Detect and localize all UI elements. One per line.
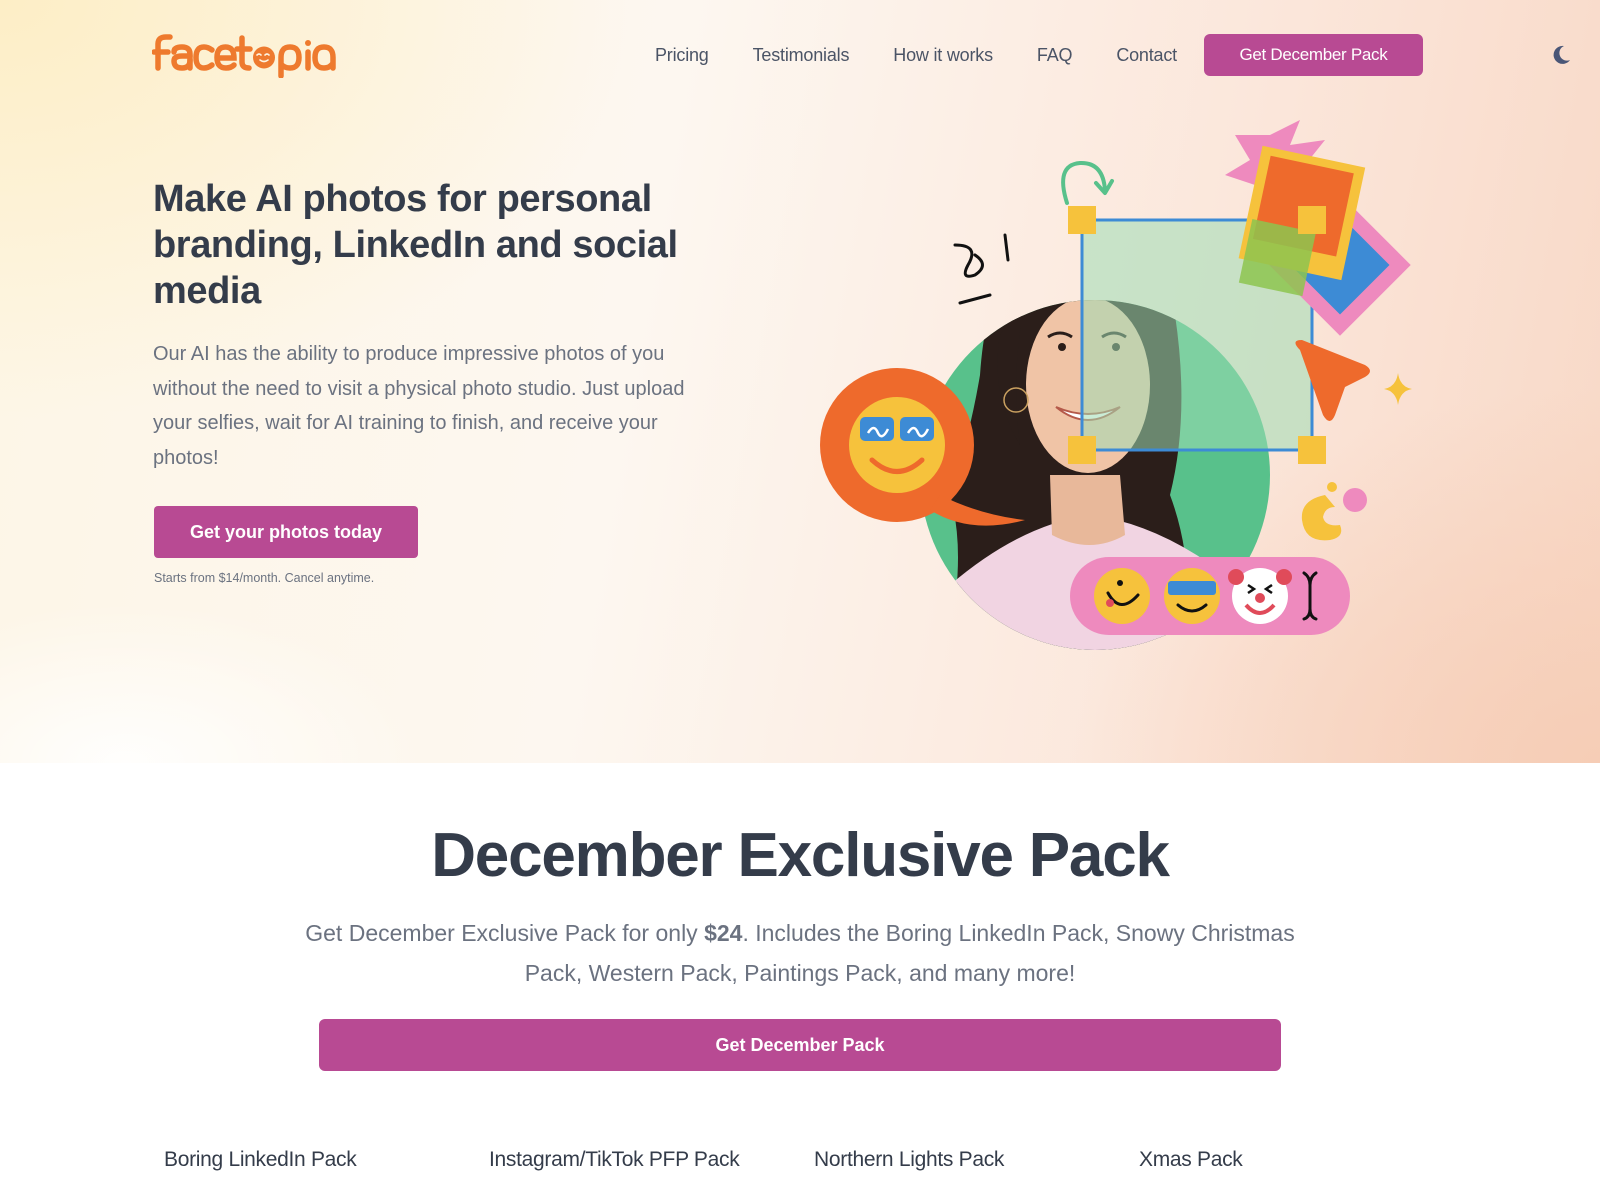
decorative-blobs [1301, 482, 1367, 541]
pack-title-northern-lights[interactable]: Northern Lights Pack [814, 1148, 1004, 1172]
hero-title: Make AI photos for personal branding, Li… [153, 178, 678, 312]
get-december-pack-button[interactable]: Get December Pack [319, 1019, 1281, 1071]
nav-link-how-it-works[interactable]: How it works [893, 45, 993, 66]
get-december-pack-nav-button[interactable]: Get December Pack [1203, 34, 1423, 76]
nav-link-pricing[interactable]: Pricing [655, 45, 709, 66]
december-pack-price: $24 [704, 920, 743, 946]
december-pack-description: Get December Exclusive Pack for only $24… [305, 920, 1295, 986]
emoji-bar [1070, 557, 1350, 635]
logo-wordmark [152, 34, 336, 78]
pricing-note: Starts from $14/month. Cancel anytime. [154, 571, 375, 585]
facetopia-logo[interactable] [152, 30, 352, 78]
rotate-arrow-icon [1061, 160, 1107, 205]
pack-title-instagram-tiktok[interactable]: Instagram/TikTok PFP Pack [489, 1148, 740, 1172]
pack-title-xmas[interactable]: Xmas Pack [1139, 1148, 1243, 1172]
sparkle-icon [1384, 373, 1412, 405]
moon-icon [1553, 45, 1570, 64]
handle-top-left [1068, 206, 1096, 234]
nav-link-contact[interactable]: Contact [1116, 45, 1177, 66]
hero-illustration [820, 115, 1440, 675]
main-nav: Pricing Testimonials How it works FAQ Co… [655, 34, 1423, 76]
doodle-scribble [953, 233, 1010, 305]
december-pack-title: December Exclusive Pack [431, 821, 1170, 890]
hero-illustration-svg [820, 120, 1412, 650]
sunglasses-smile-emoji [1164, 568, 1220, 624]
handle-top-right [1298, 206, 1326, 234]
tongue-out-smile-emoji [1094, 568, 1150, 624]
theme-toggle-button[interactable] [1549, 43, 1573, 67]
pack-title-boring-linkedin[interactable]: Boring LinkedIn Pack [164, 1148, 357, 1172]
hero-description: Our AI has the ability to produce impres… [153, 343, 685, 469]
get-photos-button[interactable]: Get your photos today [154, 506, 418, 558]
handle-bottom-left [1068, 436, 1096, 464]
handle-bottom-right [1298, 436, 1326, 464]
nav-link-faq[interactable]: FAQ [1037, 45, 1073, 66]
nav-link-testimonials[interactable]: Testimonials [753, 45, 850, 66]
